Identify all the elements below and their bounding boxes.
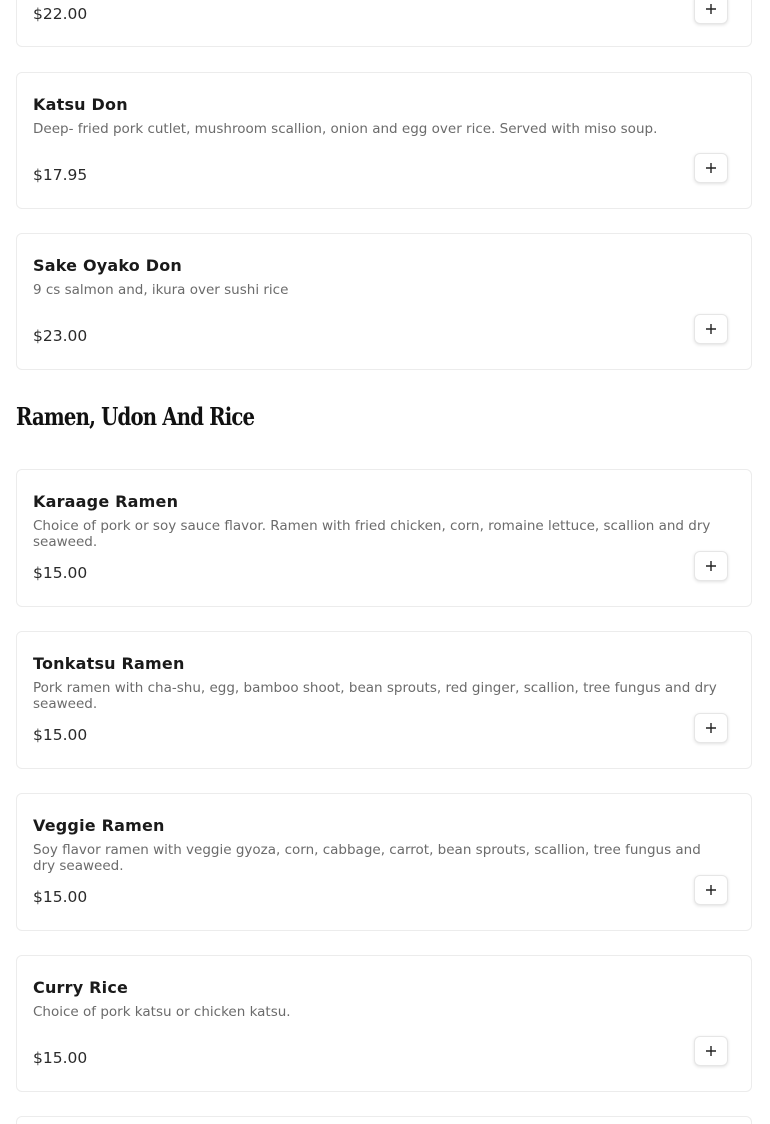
item-description: Soy flavor ramen with veggie gyoza, corn… <box>33 842 701 874</box>
add-item-button[interactable] <box>694 314 728 344</box>
item-name: Sake Oyako Don <box>33 256 183 275</box>
add-item-button[interactable] <box>694 713 728 743</box>
item-description: 9 cs salmon and, ikura over sushi rice <box>33 282 289 298</box>
item-price: $15.00 <box>33 726 88 744</box>
item-name: Veggie Ramen <box>33 816 165 835</box>
add-item-button[interactable] <box>694 551 728 581</box>
item-price: $15.00 <box>33 564 88 582</box>
menu-item-card[interactable] <box>16 1116 752 1124</box>
item-name: Tonkatsu Ramen <box>33 654 185 673</box>
menu-item-card[interactable]: Sake Oyako Don 9 cs salmon and, ikura ov… <box>16 233 752 370</box>
item-price: $22.00 <box>33 5 88 23</box>
item-name: Curry Rice <box>33 978 129 997</box>
menu-item-card[interactable]: Curry Rice Choice of pork katsu or chick… <box>16 955 752 1092</box>
item-price: $17.95 <box>33 166 88 184</box>
menu-item-card[interactable]: Katsu Don Deep- fried pork cutlet, mushr… <box>16 72 752 209</box>
item-description: Choice of pork katsu or chicken katsu. <box>33 1004 291 1020</box>
menu-item-card[interactable]: Veggie Ramen Soy flavor ramen with veggi… <box>16 793 752 931</box>
plus-icon <box>706 4 716 14</box>
menu-item-card[interactable]: Tonkatsu Ramen Pork ramen with cha-shu, … <box>16 631 752 769</box>
item-price: $23.00 <box>33 327 88 345</box>
section-title: Ramen, Udon And Rice <box>16 402 255 431</box>
add-item-button[interactable] <box>694 153 728 183</box>
plus-icon <box>706 163 716 173</box>
menu-item-card[interactable]: Karaage Ramen Choice of pork or soy sauc… <box>16 469 752 607</box>
menu-item-card[interactable]: $22.00 <box>16 0 752 47</box>
item-price: $15.00 <box>33 888 88 906</box>
plus-icon <box>706 1046 716 1056</box>
item-name: Karaage Ramen <box>33 492 179 511</box>
menu-page: $22.00 Katsu Don Deep- fried pork cutlet… <box>0 0 770 1124</box>
plus-icon <box>706 723 716 733</box>
plus-icon <box>706 885 716 895</box>
plus-icon <box>706 324 716 334</box>
item-price: $15.00 <box>33 1049 88 1067</box>
add-item-button[interactable] <box>694 0 728 24</box>
item-description: Choice of pork or soy sauce flavor. Rame… <box>33 518 711 550</box>
item-description: Deep- fried pork cutlet, mushroom scalli… <box>33 121 658 137</box>
add-item-button[interactable] <box>694 1036 728 1066</box>
item-name: Katsu Don <box>33 95 128 114</box>
item-description: Pork ramen with cha-shu, egg, bamboo sho… <box>33 680 717 712</box>
add-item-button[interactable] <box>694 875 728 905</box>
plus-icon <box>706 561 716 571</box>
